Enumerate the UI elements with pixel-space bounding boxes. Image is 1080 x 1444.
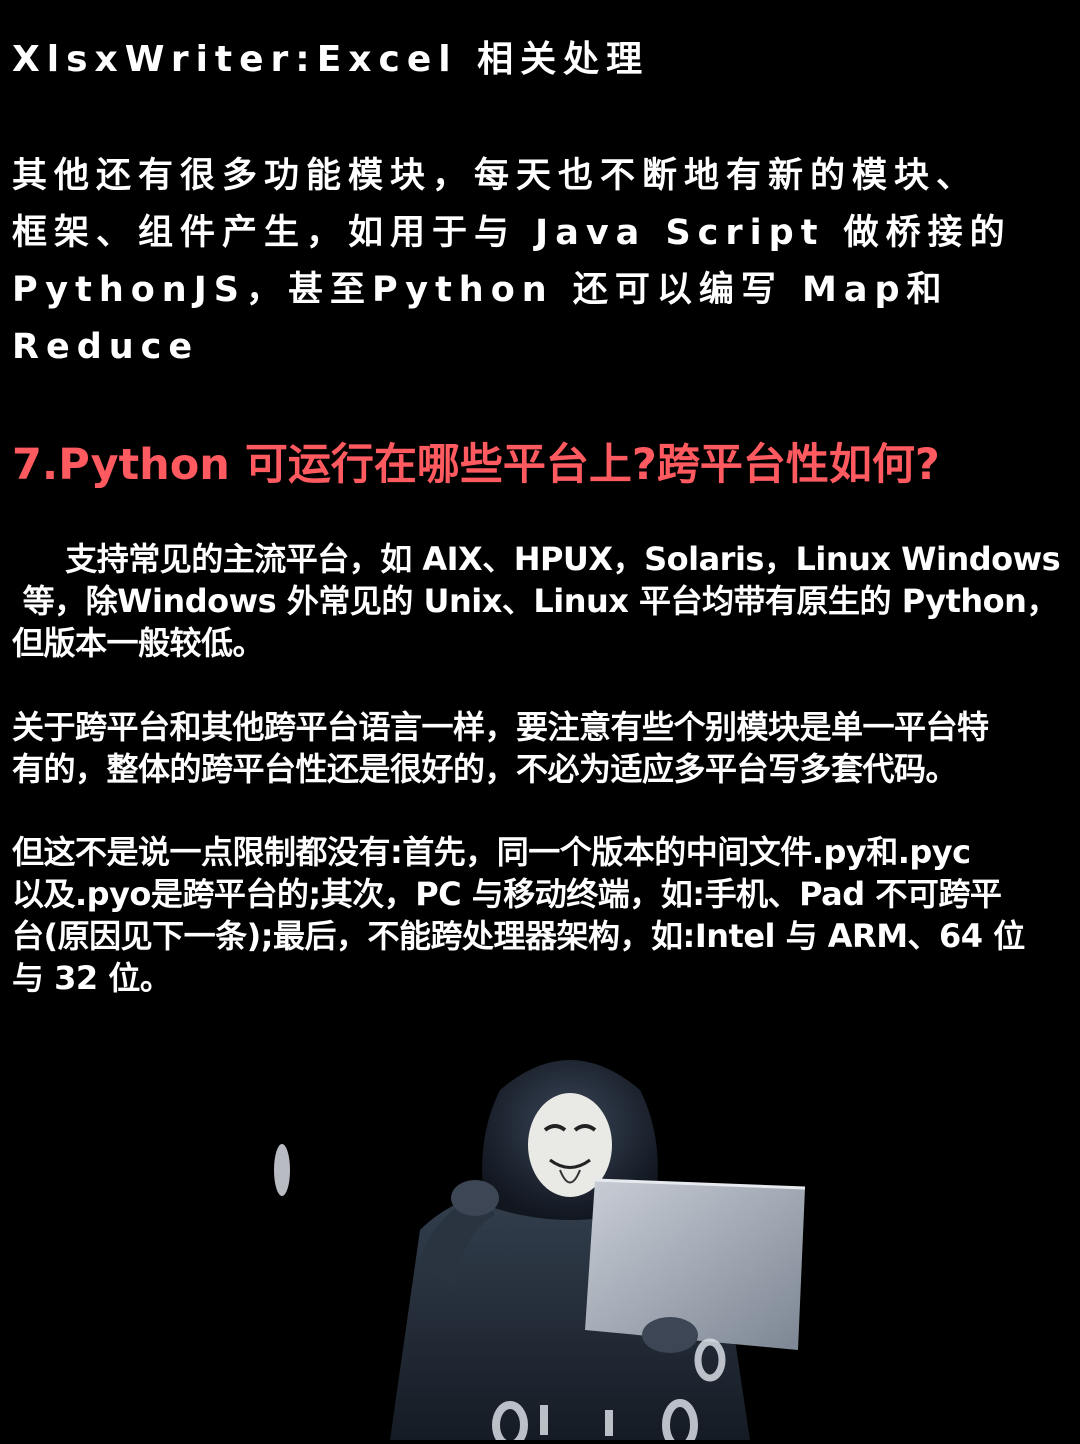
intro-line: 框架、组件产生，如用于与 Java Script 做桥接的 bbox=[12, 213, 1012, 253]
top-title: XlsxWriter:Excel 相关处理 bbox=[12, 39, 650, 80]
paragraph-platforms: 支持常见的主流平台，如 AIX、HPUX，Solaris，Linux Windo… bbox=[12, 538, 1074, 664]
paragraph-line: 有的，整体的跨平台性还是很好的，不必为适应多平台写多套代码。 bbox=[12, 750, 958, 788]
intro-line: Reduce bbox=[12, 327, 200, 367]
paragraph-line: 支持常见的主流平台，如 AIX、HPUX，Solaris，Linux Windo… bbox=[12, 540, 1061, 578]
intro-line: 其他还有很多功能模块，每天也不断地有新的模块、 bbox=[12, 156, 979, 196]
laptop-hand bbox=[642, 1317, 698, 1353]
paragraph-limitations: 但这不是说一点限制都没有:首先，同一个版本的中间文件.py和.pyc 以及.py… bbox=[12, 831, 1074, 999]
paragraph-line: 但这不是说一点限制都没有:首先，同一个版本的中间文件.py和.pyc bbox=[12, 833, 971, 871]
paragraph-line: 但版本一般较低。 bbox=[12, 624, 265, 662]
paragraph-cross-platform: 关于跨平台和其他跨平台语言一样，要注意有些个别模块是单一平台特 有的，整体的跨平… bbox=[12, 706, 1074, 790]
paragraph-line: 台(原因见下一条);最后，不能跨处理器架构，如:Intel 与 ARM、64 位 bbox=[12, 917, 1025, 955]
hacker-illustration bbox=[274, 1060, 806, 1440]
paragraph-line: 关于跨平台和其他跨平台语言一样，要注意有些个别模块是单一平台特 bbox=[12, 708, 989, 746]
laptop bbox=[585, 1180, 805, 1350]
paragraph-line: 以及.pyo是跨平台的;其次，PC 与移动终端，如:手机、Pad 不可跨平 bbox=[12, 875, 1002, 913]
paragraph-line: 与 32 位。 bbox=[12, 959, 172, 997]
paragraph-line: 等，除Windows 外常见的 Unix、Linux 平台均带有原生的 Pyth… bbox=[12, 582, 1059, 620]
intro-line: PythonJS，甚至Python 还可以编写 Map和 bbox=[12, 270, 949, 310]
section-heading: 7.Python 可运行在哪些平台上?跨平台性如何? bbox=[12, 440, 940, 490]
pointing-hand bbox=[451, 1180, 499, 1216]
page: XlsxWriter:Excel 相关处理 其他还有很多功能模块，每天也不断地有… bbox=[0, 0, 1080, 1444]
